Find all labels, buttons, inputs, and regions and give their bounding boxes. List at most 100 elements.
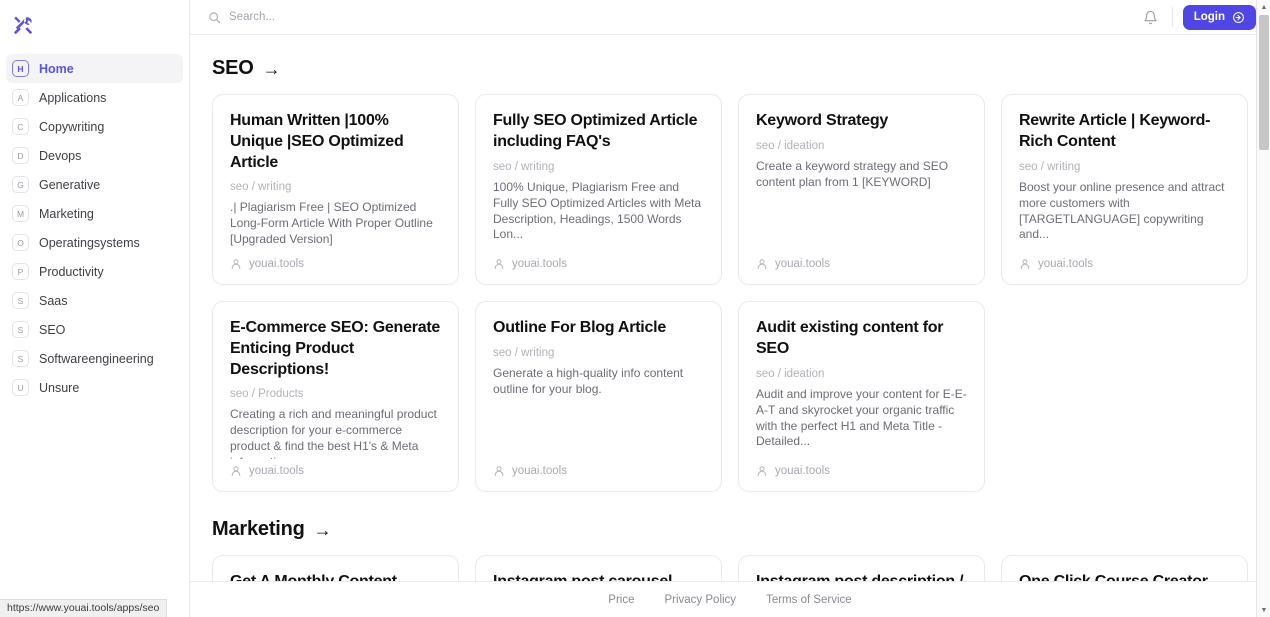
card-description: .| Plagiarism Free | SEO Optimized Long-…: [230, 200, 441, 252]
card-author: youai.tools: [1038, 258, 1093, 270]
sidebar-item-devops[interactable]: D Devops: [6, 141, 183, 170]
user-icon: [756, 465, 768, 477]
card-tags: seo / ideation: [756, 140, 967, 152]
card-title: Audit existing content for SEO: [756, 318, 967, 360]
card-tags: seo / writing: [493, 347, 704, 359]
user-icon: [493, 258, 505, 270]
sidebar-item-saas[interactable]: S Saas: [6, 286, 183, 315]
sidebar-item-label: Marketing: [39, 207, 94, 221]
card-author: youai.tools: [775, 465, 830, 477]
notifications-button[interactable]: [1140, 6, 1162, 28]
tool-card[interactable]: E-Commerce SEO: Generate Enticing Produc…: [212, 301, 459, 492]
user-icon: [230, 258, 242, 270]
sidebar-item-softwareengineering[interactable]: S Softwareengineering: [6, 344, 183, 373]
sidebar-item-label: Applications: [39, 91, 106, 105]
sidebar-nav: H Home A Applications C Copywriting D De…: [0, 54, 189, 402]
content-scroll-area: SEO → Human Written |100% Unique |SEO Op…: [190, 35, 1270, 617]
topbar-divider: [1172, 7, 1173, 27]
card-description: 100% Unique, Plagiarism Free and Fully S…: [493, 180, 704, 252]
card-description: Creating a rich and meaningful product d…: [230, 407, 441, 459]
sidebar-item-label: Saas: [39, 294, 68, 308]
sidebar-item-label: Devops: [39, 149, 81, 163]
scroll-up-arrow-icon[interactable]: ▲: [1257, 0, 1270, 14]
card-description: Create a keyword strategy and SEO conten…: [756, 159, 967, 252]
card-description: Audit and improve your content for E-E-A…: [756, 387, 967, 459]
card-tags: seo / writing: [493, 161, 704, 173]
sidebar-badge-home: H: [12, 60, 29, 77]
card-grid-seo: Human Written |100% Unique |SEO Optimize…: [212, 94, 1248, 492]
section-header-marketing[interactable]: Marketing →: [212, 518, 1248, 541]
sidebar-badge-productivity: P: [12, 263, 29, 280]
card-author: youai.tools: [249, 258, 304, 270]
sidebar-item-productivity[interactable]: P Productivity: [6, 257, 183, 286]
search-input[interactable]: [229, 11, 489, 23]
sidebar-item-unsure[interactable]: U Unsure: [6, 373, 183, 402]
sidebar-item-marketing[interactable]: M Marketing: [6, 199, 183, 228]
card-footer: youai.tools: [1019, 258, 1230, 270]
footer-link-price[interactable]: Price: [608, 594, 634, 606]
sidebar-item-label: Generative: [39, 178, 100, 192]
arrow-right-icon: →: [314, 521, 332, 539]
sidebar-item-label: Copywriting: [39, 120, 104, 134]
tool-card[interactable]: Audit existing content for SEO seo / ide…: [738, 301, 985, 492]
tools-logo-icon: [11, 14, 35, 38]
sidebar-item-operatingsystems[interactable]: O Operatingsystems: [6, 228, 183, 257]
sidebar: H Home A Applications C Copywriting D De…: [0, 0, 190, 617]
card-footer: youai.tools: [493, 465, 704, 477]
footer-link-privacy-policy[interactable]: Privacy Policy: [664, 594, 736, 606]
section-header-seo[interactable]: SEO →: [212, 57, 1248, 80]
sidebar-item-copywriting[interactable]: C Copywriting: [6, 112, 183, 141]
search-box[interactable]: [208, 11, 1140, 24]
card-title: Rewrite Article | Keyword-Rich Content: [1019, 111, 1230, 153]
sidebar-item-seo[interactable]: S SEO: [6, 315, 183, 344]
footer: Price Privacy Policy Terms of Service: [190, 581, 1270, 617]
arrow-right-icon: →: [263, 60, 281, 78]
scrollbar-thumb[interactable]: [1259, 15, 1269, 150]
sidebar-badge-unsure: U: [12, 379, 29, 396]
user-icon: [756, 258, 768, 270]
sidebar-badge-applications: A: [12, 89, 29, 106]
card-tags: seo / Products: [230, 388, 441, 400]
tool-card[interactable]: Rewrite Article | Keyword-Rich Content s…: [1001, 94, 1248, 285]
card-footer: youai.tools: [230, 465, 441, 477]
card-author: youai.tools: [512, 465, 567, 477]
sidebar-badge-devops: D: [12, 147, 29, 164]
sidebar-item-label: Home: [39, 62, 74, 76]
card-tags: seo / writing: [1019, 161, 1230, 173]
search-icon: [208, 11, 221, 24]
sidebar-badge-saas: S: [12, 292, 29, 309]
sidebar-item-label: Productivity: [39, 265, 104, 279]
footer-link-terms-of-service[interactable]: Terms of Service: [766, 594, 852, 606]
card-description: Boost your online presence and attract m…: [1019, 180, 1230, 252]
sidebar-item-applications[interactable]: A Applications: [6, 83, 183, 112]
logo[interactable]: [0, 4, 189, 48]
sidebar-item-label: Softwareengineering: [39, 352, 154, 366]
vertical-scrollbar[interactable]: ▲ ▼: [1256, 0, 1270, 617]
sidebar-item-label: Operatingsystems: [39, 236, 140, 250]
card-title: E-Commerce SEO: Generate Enticing Produc…: [230, 318, 441, 380]
login-button[interactable]: Login: [1183, 5, 1256, 30]
tool-card[interactable]: Human Written |100% Unique |SEO Optimize…: [212, 94, 459, 285]
main-area: Login SEO → Human Written |100% Unique |…: [190, 0, 1270, 617]
tool-card[interactable]: Outline For Blog Article seo / writing G…: [475, 301, 722, 492]
card-description: Generate a high-quality info content out…: [493, 366, 704, 459]
card-footer: youai.tools: [756, 258, 967, 270]
user-icon: [230, 465, 242, 477]
card-footer: youai.tools: [493, 258, 704, 270]
app-root: H Home A Applications C Copywriting D De…: [0, 0, 1270, 617]
sidebar-item-home[interactable]: H Home: [6, 54, 183, 83]
card-author: youai.tools: [249, 465, 304, 477]
sidebar-badge-softwareengineering: S: [12, 350, 29, 367]
scroll-down-arrow-icon[interactable]: ▼: [1257, 603, 1270, 617]
topbar-actions: Login: [1140, 5, 1256, 30]
tool-card[interactable]: Keyword Strategy seo / ideation Create a…: [738, 94, 985, 285]
status-bar-url: https://www.youai.tools/apps/seo: [0, 599, 167, 617]
sidebar-item-generative[interactable]: G Generative: [6, 170, 183, 199]
sidebar-badge-generative: G: [12, 176, 29, 193]
card-tags: seo / writing: [230, 181, 441, 193]
card-footer: youai.tools: [756, 465, 967, 477]
section-title: SEO: [212, 57, 254, 80]
topbar: Login: [190, 0, 1270, 35]
card-author: youai.tools: [512, 258, 567, 270]
tool-card[interactable]: Fully SEO Optimized Article including FA…: [475, 94, 722, 285]
